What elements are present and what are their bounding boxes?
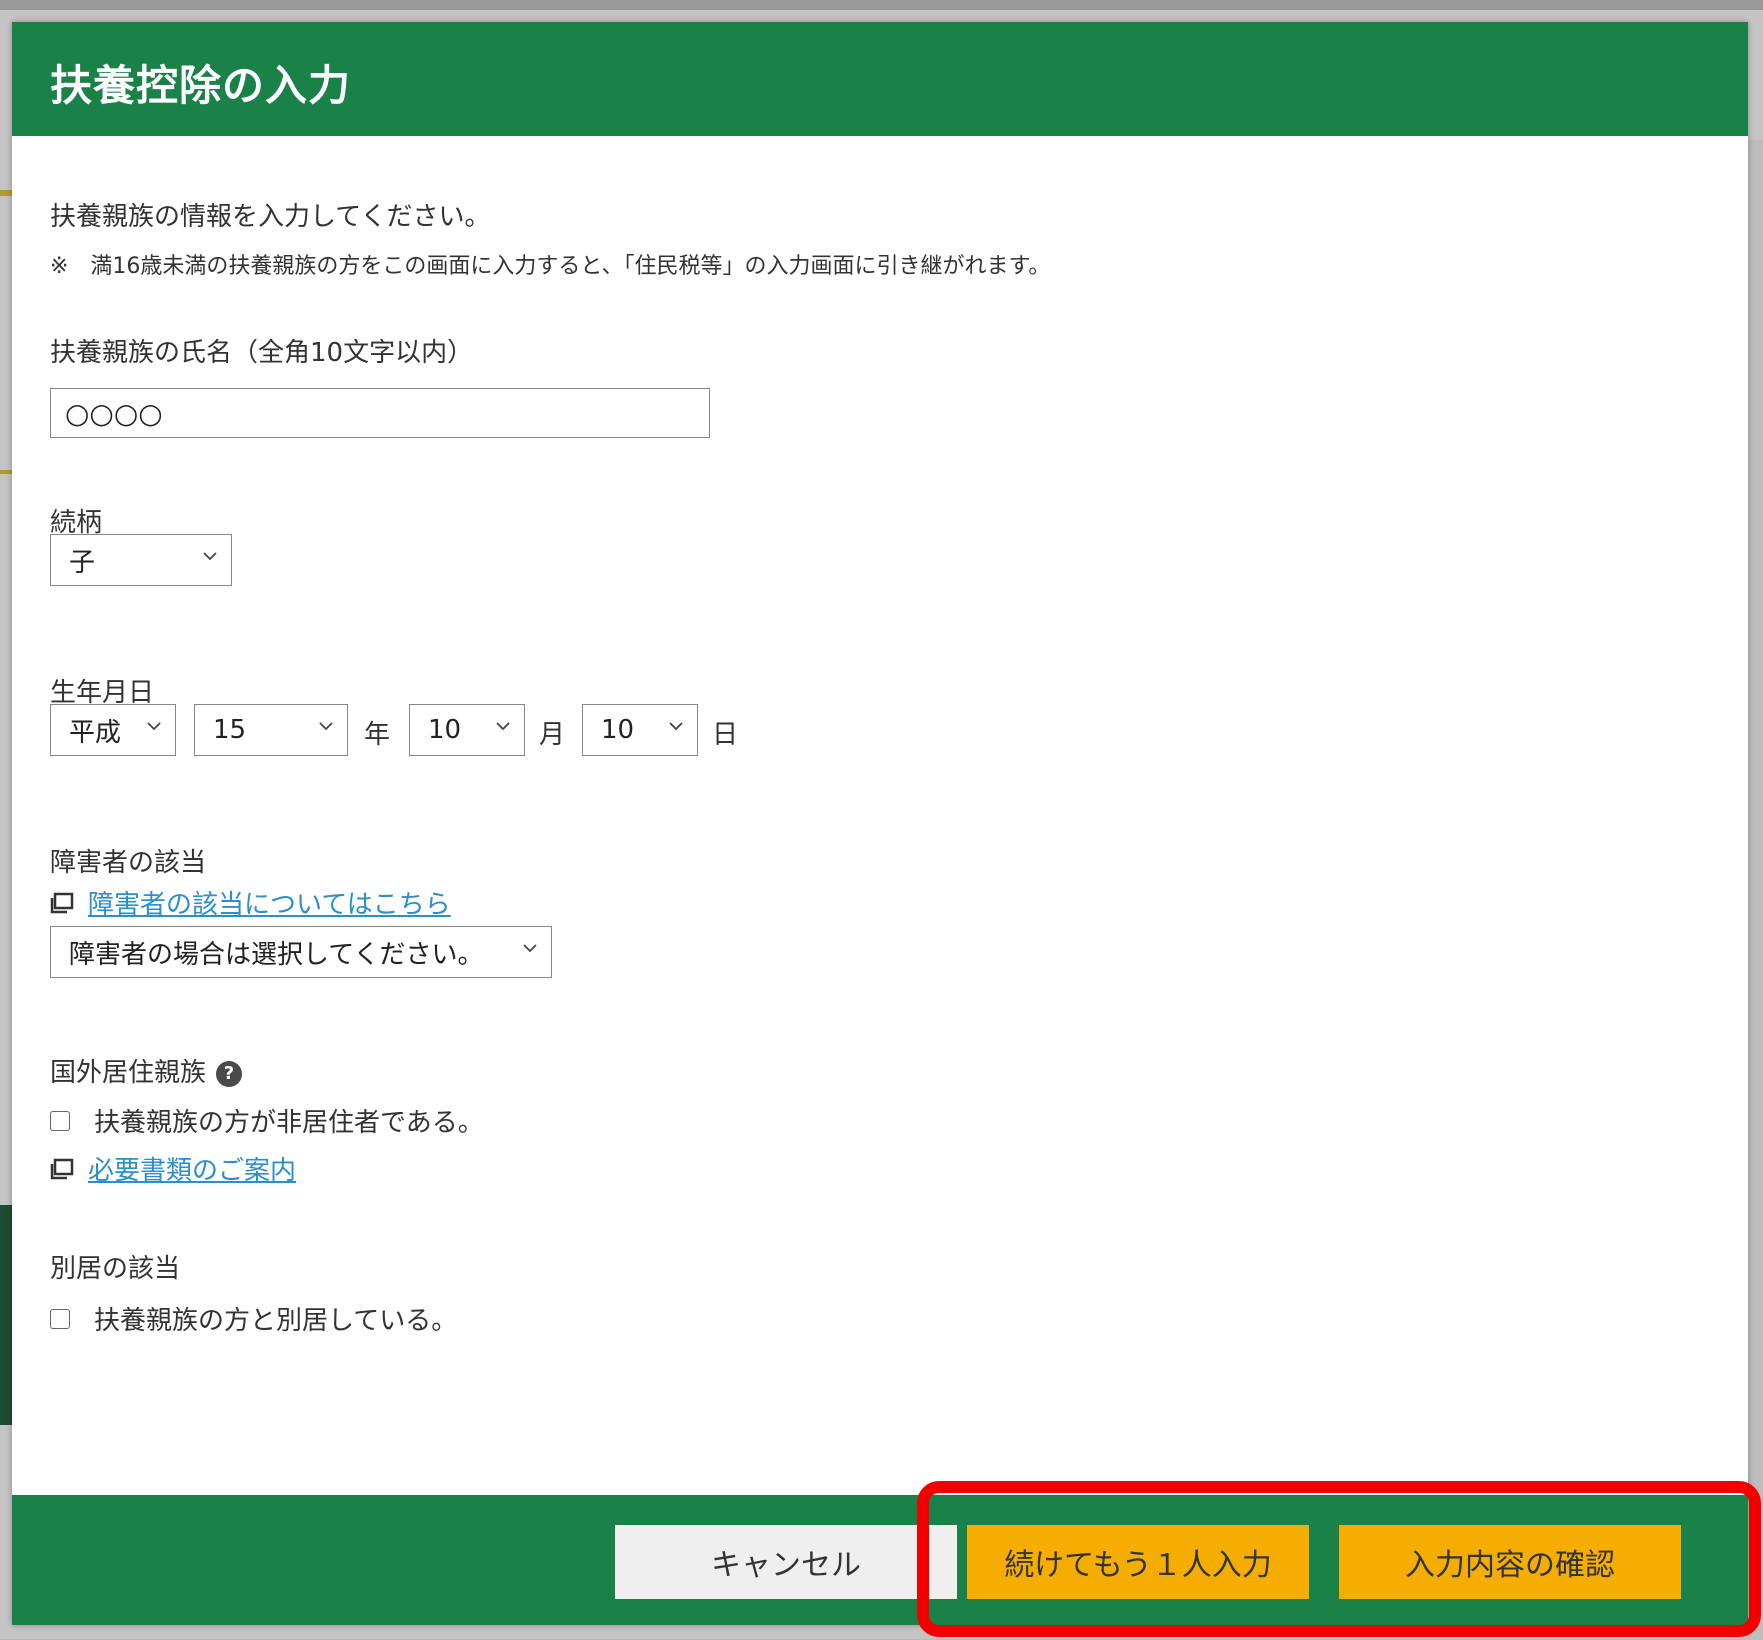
era-selected-value: 平成 <box>69 717 122 748</box>
era-select[interactable]: 平成 <box>50 704 176 756</box>
separate-residence-checkbox-row[interactable]: 扶養親族の方と別居している。 <box>50 1300 457 1337</box>
day-select[interactable]: 10 <box>582 704 698 756</box>
chevron-down-icon <box>494 717 512 735</box>
nonresident-checkbox-label[interactable]: 扶養親族の方が非居住者である。 <box>94 1102 484 1139</box>
modal-body: 扶養親族の情報を入力してください。 ※ 満16歳未満の扶養親族の方をこの画面に入… <box>12 136 1748 1509</box>
chevron-down-icon <box>667 717 685 735</box>
day-selected-value: 10 <box>601 715 635 745</box>
cancel-button[interactable]: キャンセル <box>615 1525 957 1599</box>
required-documents-link[interactable]: 必要書類のご案内 <box>50 1150 296 1187</box>
disability-link-text[interactable]: 障害者の該当についてはこちら <box>88 884 451 921</box>
new-window-icon <box>50 1158 74 1179</box>
day-unit: 日 <box>712 720 739 750</box>
relationship-select[interactable]: 子 <box>50 534 232 586</box>
year-unit: 年 <box>364 720 391 750</box>
relationship-selected-value: 子 <box>69 547 96 578</box>
chevron-down-icon <box>521 939 539 957</box>
month-unit: 月 <box>539 720 566 750</box>
overseas-label: 国外居住親族? <box>50 1052 243 1089</box>
note-text: ※ 満16歳未満の扶養親族の方をこの画面に入力すると、「住民税等」の入力画面に引… <box>50 254 1051 279</box>
modal-title: 扶養控除の入力 <box>50 61 352 110</box>
help-icon[interactable]: ? <box>216 1060 243 1087</box>
year-select[interactable]: 15 <box>194 704 348 756</box>
month-select[interactable]: 10 <box>409 704 525 756</box>
year-selected-value: 15 <box>213 715 247 745</box>
confirm-input-button[interactable]: 入力内容の確認 <box>1339 1525 1681 1599</box>
dependent-name-input[interactable] <box>50 388 710 438</box>
required-documents-link-text[interactable]: 必要書類のご案内 <box>88 1150 296 1187</box>
disability-selected-value: 障害者の場合は選択してください。 <box>69 939 484 970</box>
overseas-label-text: 国外居住親族 <box>50 1058 207 1088</box>
intro-text: 扶養親族の情報を入力してください。 <box>50 202 491 232</box>
nonresident-checkbox[interactable] <box>50 1110 70 1131</box>
modal-header: 扶養控除の入力 <box>12 22 1748 136</box>
separate-residence-label: 別居の該当 <box>50 1254 181 1284</box>
background-top-bar <box>0 0 1763 10</box>
chevron-down-icon <box>201 547 219 565</box>
dependent-deduction-modal: 扶養控除の入力 扶養親族の情報を入力してください。 ※ 満16歳未満の扶養親族の… <box>12 22 1748 1625</box>
modal-footer: キャンセル 続けてもう１人入力 入力内容の確認 <box>12 1495 1748 1625</box>
name-label: 扶養親族の氏名（全角10文字以内） <box>50 338 474 368</box>
new-window-icon <box>50 892 74 913</box>
chevron-down-icon <box>317 717 335 735</box>
chevron-down-icon <box>145 717 163 735</box>
separate-residence-checkbox-label[interactable]: 扶養親族の方と別居している。 <box>94 1300 457 1337</box>
disability-label: 障害者の該当 <box>50 848 207 878</box>
disability-info-link[interactable]: 障害者の該当についてはこちら <box>50 884 451 921</box>
disability-select[interactable]: 障害者の場合は選択してください。 <box>50 926 552 978</box>
nonresident-checkbox-row[interactable]: 扶養親族の方が非居住者である。 <box>50 1102 484 1139</box>
add-another-dependent-button[interactable]: 続けてもう１人入力 <box>967 1525 1309 1599</box>
month-selected-value: 10 <box>428 715 462 745</box>
separate-residence-checkbox[interactable] <box>50 1308 70 1329</box>
